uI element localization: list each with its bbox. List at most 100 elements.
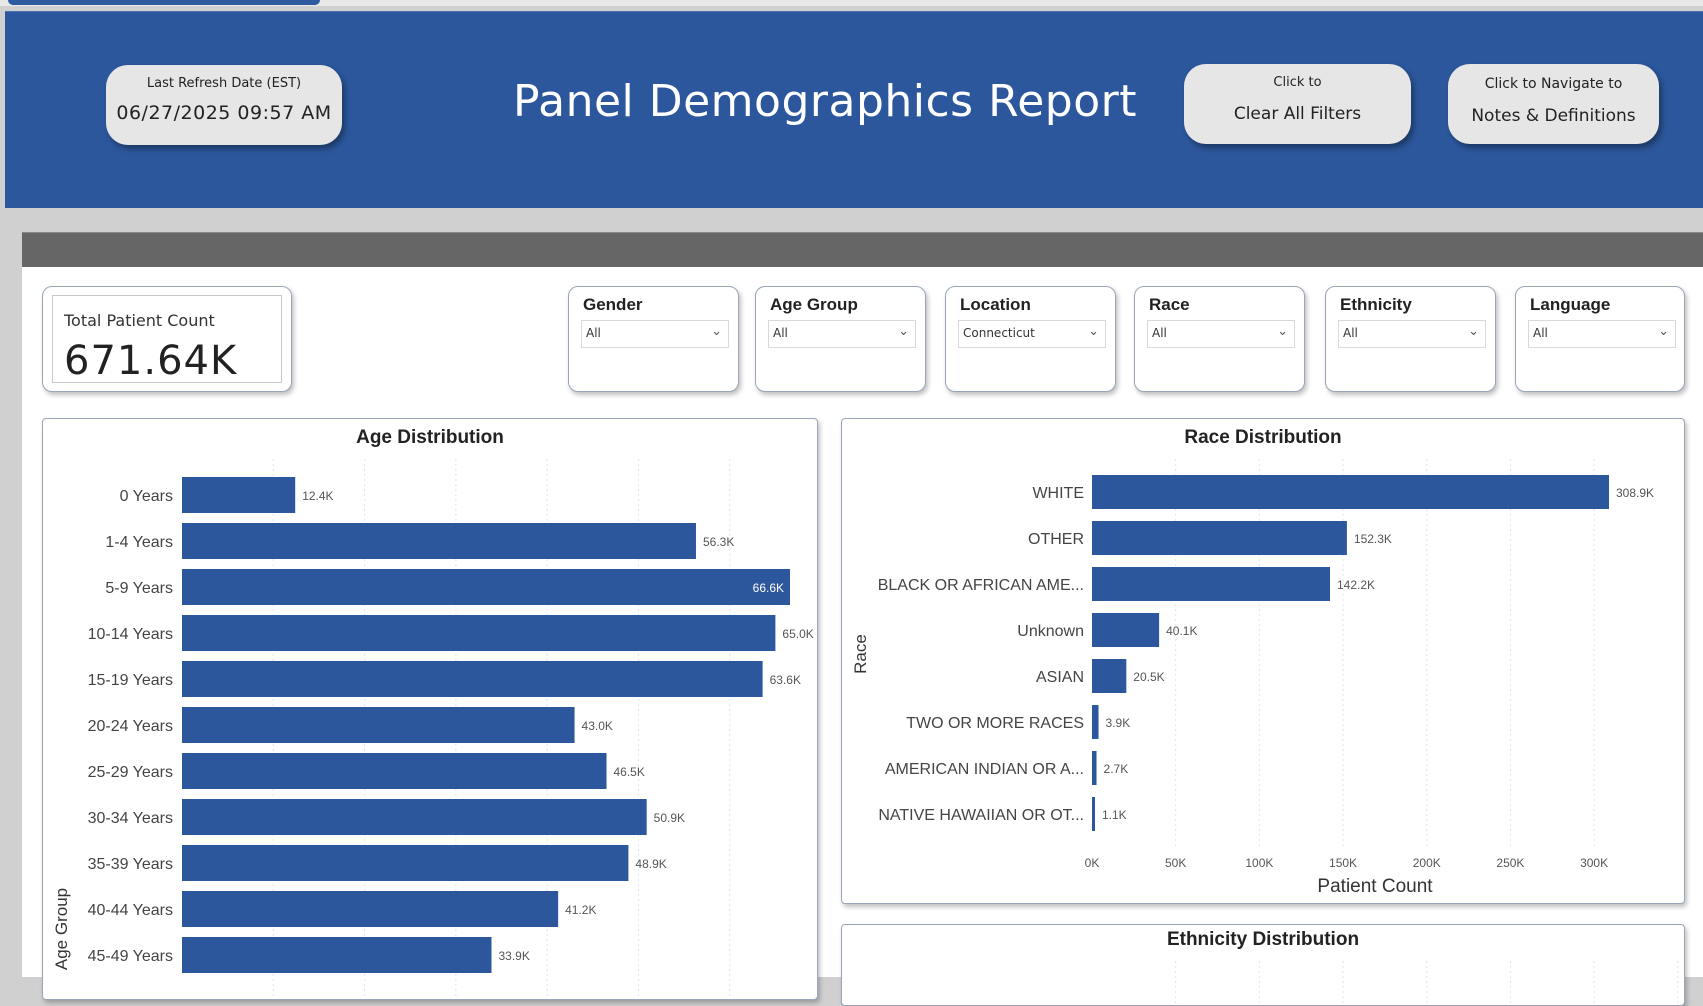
data-label: 152.3K bbox=[1354, 532, 1392, 546]
kpi-label: Total Patient Count bbox=[64, 311, 215, 330]
ethnicity-distribution-chart: Ethnicity Distribution bbox=[841, 924, 1685, 1006]
category-label: 35-39 Years bbox=[88, 856, 173, 873]
bar bbox=[1092, 659, 1127, 693]
chevron-down-icon: ⌄ bbox=[1468, 324, 1479, 339]
data-label: 20.5K bbox=[1133, 670, 1164, 684]
category-label: 45-49 Years bbox=[88, 948, 173, 965]
x-tick-label: 50K bbox=[1165, 856, 1186, 870]
bar bbox=[182, 799, 647, 835]
last-refresh-card: Last Refresh Date (EST) 06/27/2025 09:57… bbox=[106, 65, 342, 145]
slicer-age-group: Age Group All ⌄ bbox=[755, 286, 926, 392]
bar bbox=[1092, 613, 1160, 647]
slicer-gender: Gender All ⌄ bbox=[568, 286, 739, 392]
dropdown-value: Connecticut bbox=[963, 326, 1035, 340]
notes-definitions-button[interactable]: Click to Navigate to Notes & Definitions bbox=[1448, 64, 1659, 144]
category-label: 40-44 Years bbox=[88, 902, 173, 919]
dropdown-value: All bbox=[586, 326, 601, 340]
age-distribution-chart: Age Distribution 0 Years 12.4K 1-4 Years 56… bbox=[42, 418, 818, 1000]
data-label: 65.0K bbox=[782, 627, 813, 641]
y-axis-label: Age Group bbox=[52, 888, 71, 970]
category-label: WHITE bbox=[1032, 485, 1084, 502]
data-label: 2.7K bbox=[1104, 762, 1129, 776]
category-label: 10-14 Years bbox=[88, 626, 173, 643]
category-label: 5-9 Years bbox=[105, 580, 173, 597]
slicer-title: Location bbox=[960, 295, 1031, 314]
slicer-race: Race All ⌄ bbox=[1134, 286, 1305, 392]
x-tick-label: 0K bbox=[1085, 856, 1100, 870]
race-distribution-chart: Race Distribution 0K 50K 100K 150K 200K 250K 3… bbox=[841, 418, 1685, 904]
bar bbox=[182, 661, 763, 697]
dropdown-value: All bbox=[1343, 326, 1358, 340]
chevron-down-icon: ⌄ bbox=[1088, 324, 1099, 339]
last-refresh-value: 06/27/2025 09:57 AM bbox=[116, 102, 332, 124]
age-group-dropdown[interactable]: All ⌄ bbox=[768, 320, 916, 348]
data-label: 63.6K bbox=[770, 673, 801, 687]
bar bbox=[182, 753, 607, 789]
data-label: 33.9K bbox=[498, 949, 529, 963]
x-tick-label: 100K bbox=[1245, 856, 1273, 870]
language-dropdown[interactable]: All ⌄ bbox=[1528, 320, 1676, 348]
bar bbox=[1092, 567, 1330, 601]
x-tick-label: 150K bbox=[1329, 856, 1357, 870]
data-label: 43.0K bbox=[582, 719, 613, 733]
bar bbox=[1092, 797, 1095, 831]
data-label: 66.6K bbox=[753, 581, 784, 595]
dropdown-value: All bbox=[1533, 326, 1548, 340]
category-label: OTHER bbox=[1028, 531, 1084, 548]
data-label: 1.1K bbox=[1102, 808, 1127, 822]
race-chart-svg: 0K 50K 100K 150K 200K 250K 300K WHITE 308.9K OTHE… bbox=[851, 459, 1654, 897]
bar bbox=[182, 615, 776, 651]
kpi-inner-frame: Total Patient Count 671.64K bbox=[52, 295, 282, 384]
section-divider-bar bbox=[22, 232, 1703, 267]
kpi-value: 671.64K bbox=[64, 338, 238, 384]
slicer-title: Age Group bbox=[770, 295, 858, 314]
clear-filters-small-label: Click to bbox=[1273, 75, 1322, 90]
race-dropdown[interactable]: All ⌄ bbox=[1147, 320, 1295, 348]
bar bbox=[182, 937, 492, 973]
bar bbox=[1092, 521, 1347, 555]
clear-filters-button[interactable]: Click to Clear All Filters bbox=[1184, 64, 1411, 144]
category-label: 0 Years bbox=[120, 488, 173, 505]
data-label: 40.1K bbox=[1166, 624, 1197, 638]
bar bbox=[182, 845, 629, 881]
category-label: AMERICAN INDIAN OR A... bbox=[885, 761, 1084, 778]
slicer-location: Location Connecticut ⌄ bbox=[945, 286, 1116, 392]
category-label: 1-4 Years bbox=[105, 534, 173, 551]
total-patient-count-card: Total Patient Count 671.64K bbox=[42, 286, 292, 392]
y-axis-label: Race bbox=[851, 634, 870, 674]
location-dropdown[interactable]: Connecticut ⌄ bbox=[958, 320, 1106, 348]
bar bbox=[182, 569, 790, 605]
data-label: 48.9K bbox=[635, 857, 666, 871]
age-chart-svg: 0 Years 12.4K 1-4 Years 56.3K 5-9 Years 66.6K… bbox=[52, 459, 814, 999]
bar bbox=[182, 891, 559, 927]
page-tab-indicator[interactable] bbox=[8, 0, 320, 5]
bar bbox=[1092, 751, 1097, 785]
bar bbox=[1092, 705, 1099, 739]
category-label: 15-19 Years bbox=[88, 672, 173, 689]
gender-dropdown[interactable]: All ⌄ bbox=[581, 320, 729, 348]
category-label: ASIAN bbox=[1036, 669, 1084, 686]
slicer-language: Language All ⌄ bbox=[1515, 286, 1685, 392]
last-refresh-label: Last Refresh Date (EST) bbox=[146, 76, 302, 91]
bar bbox=[182, 523, 696, 559]
category-label: 20-24 Years bbox=[88, 718, 173, 735]
dropdown-value: All bbox=[1152, 326, 1167, 340]
category-label: NATIVE HAWAIIAN OR OT... bbox=[878, 807, 1084, 824]
data-label: 56.3K bbox=[703, 535, 734, 549]
data-label: 3.9K bbox=[1106, 716, 1131, 730]
chevron-down-icon: ⌄ bbox=[1658, 324, 1669, 339]
slicer-title: Language bbox=[1530, 295, 1611, 314]
data-label: 12.4K bbox=[302, 489, 333, 503]
dropdown-value: All bbox=[773, 326, 788, 340]
ethnicity-dropdown[interactable]: All ⌄ bbox=[1338, 320, 1486, 348]
category-label: BLACK OR AFRICAN AME... bbox=[878, 577, 1084, 594]
data-label: 41.2K bbox=[565, 903, 596, 917]
bar bbox=[182, 477, 296, 513]
category-label: Unknown bbox=[1017, 623, 1084, 640]
top-strip bbox=[0, 0, 1703, 6]
notes-label: Notes & Definitions bbox=[1471, 106, 1636, 126]
notes-small-label: Click to Navigate to bbox=[1484, 76, 1623, 92]
bar bbox=[1092, 475, 1609, 509]
clear-filters-label: Clear All Filters bbox=[1233, 104, 1362, 124]
chevron-down-icon: ⌄ bbox=[898, 324, 909, 339]
